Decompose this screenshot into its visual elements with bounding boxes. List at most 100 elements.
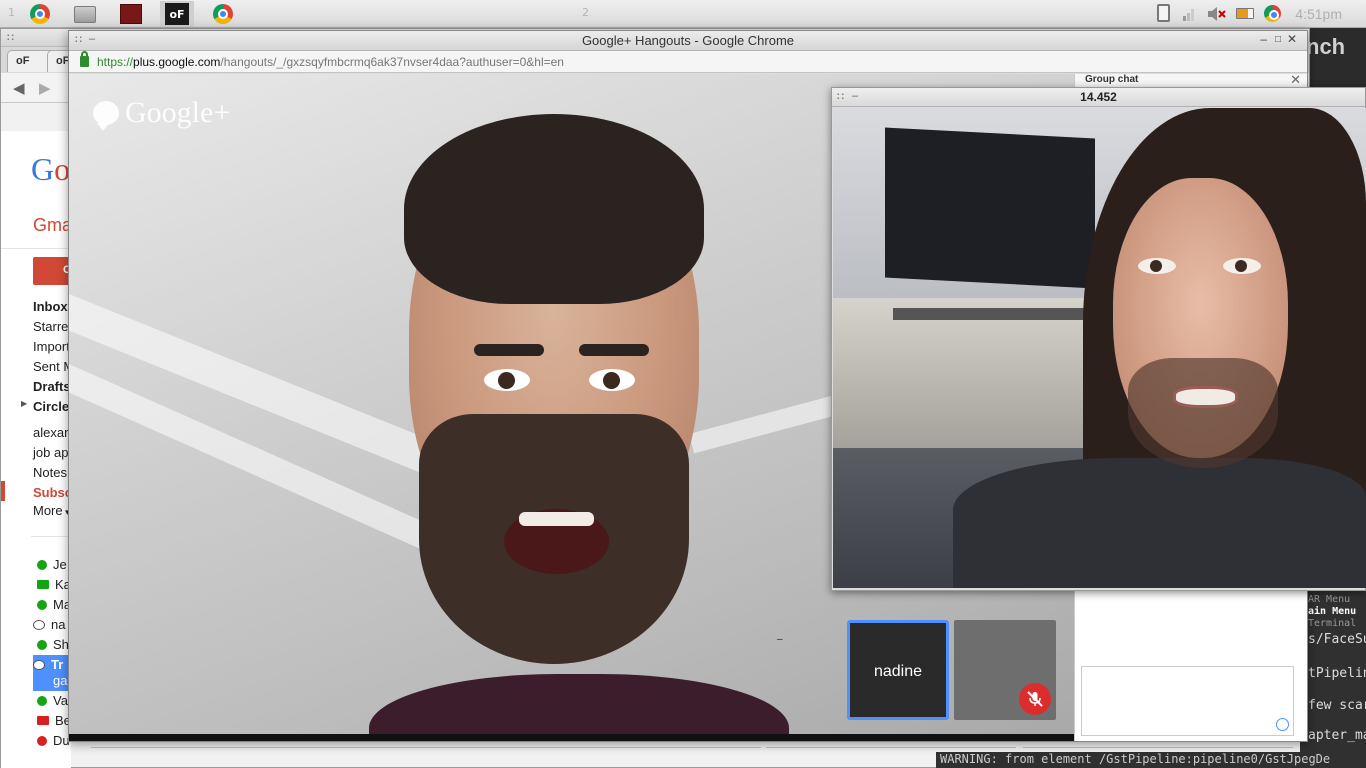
contact-item[interactable]: Be — [37, 713, 71, 728]
floating-video-window[interactable]: ∷ – 14.452 — [831, 87, 1366, 591]
remote-participant-shirt — [953, 458, 1366, 588]
back-arrow-icon[interactable]: ◀ — [13, 79, 25, 97]
chrome-icon — [213, 4, 233, 24]
wall-monitor — [885, 127, 1095, 289]
url-text[interactable]: https://plus.google.com/hangouts/_/gxzsq… — [97, 55, 564, 69]
folder-drafts[interactable]: Drafts — [33, 379, 71, 394]
contact-item[interactable]: Ka — [37, 577, 71, 592]
launch-text: nch — [1306, 34, 1346, 59]
volume-muted-icon[interactable] — [1206, 6, 1226, 22]
clipboard-icon[interactable] — [1157, 4, 1170, 22]
divider — [91, 747, 761, 748]
contact-item[interactable]: Je — [37, 557, 67, 572]
floating-window-titlebar[interactable]: ∷ – 14.452 — [832, 88, 1365, 107]
terminal-warning-line: WARNING: from element /GstPipeline:pipel… — [936, 752, 1366, 768]
floating-window-title: 14.452 — [1080, 90, 1117, 104]
minimize-icon[interactable]: – — [1260, 32, 1267, 46]
lock-icon — [80, 51, 89, 67]
hangouts-bubble-icon — [93, 101, 119, 131]
expand-triangle-icon[interactable]: ▶ — [21, 399, 27, 408]
participant-name: nadine — [873, 663, 923, 680]
signal-icon[interactable] — [1182, 6, 1196, 22]
workspace-number[interactable]: 1 — [8, 6, 15, 19]
files-launcher[interactable] — [68, 1, 102, 27]
label-alexander[interactable]: alexar — [33, 425, 68, 440]
busy-status-icon — [37, 735, 47, 746]
folder-sent[interactable]: Sent M — [33, 359, 71, 374]
divider — [1, 248, 71, 249]
terminal-menu-item[interactable]: Terminal — [1308, 618, 1356, 629]
hangouts-titlebar[interactable]: ∷ – Google+ Hangouts - Google Chrome – □… — [69, 31, 1307, 51]
participant-thumbnail-nadine[interactable]: nadine — [847, 620, 949, 720]
main-participant — [369, 114, 789, 734]
contact-item[interactable]: Du — [37, 733, 70, 748]
chat-bubble-icon — [33, 659, 45, 670]
workspace-number[interactable]: 2 — [582, 6, 589, 19]
eye — [1223, 258, 1261, 274]
forward-arrow-icon[interactable]: ▶ — [39, 79, 51, 97]
chrome-launcher[interactable] — [23, 1, 57, 27]
google-logo[interactable]: Go — [31, 151, 70, 188]
terminal-menu-item[interactable]: ain Menu — [1308, 606, 1356, 617]
eye — [484, 369, 530, 391]
emoji-icon[interactable] — [1276, 718, 1289, 731]
openframeworks-icon: oF — [165, 3, 189, 25]
chrome-launcher-2[interactable] — [206, 1, 240, 27]
gmail-label[interactable]: Gma — [33, 215, 71, 236]
presentation-launcher[interactable] — [114, 1, 148, 27]
terminal-line: tPipelin — [1308, 666, 1366, 681]
eyebrow — [474, 344, 544, 356]
folder-circles[interactable]: Circle — [33, 399, 69, 414]
presentation-icon — [120, 4, 142, 24]
eye — [1138, 258, 1176, 274]
more-labels-link[interactable]: More ▾ — [33, 503, 70, 518]
terminal-line: few scar — [1308, 698, 1366, 713]
battery-icon[interactable] — [1236, 8, 1254, 19]
online-status-icon — [37, 599, 47, 610]
maximize-icon[interactable]: □ — [1275, 34, 1281, 45]
label-subscriptions[interactable]: Subsc — [33, 485, 71, 500]
selected-marker — [1, 481, 5, 501]
chrome-icon — [30, 4, 50, 24]
folder-important[interactable]: Import — [33, 339, 70, 354]
teeth — [519, 512, 594, 526]
eyebrow — [579, 344, 649, 356]
remote-video-feed[interactable] — [833, 108, 1366, 588]
group-chat-header: Group chat — [1075, 74, 1307, 88]
terminal-menu-item[interactable]: AR Menu — [1308, 594, 1350, 605]
openframeworks-launcher[interactable]: oF — [160, 1, 194, 27]
microphone-muted-icon[interactable] — [1019, 683, 1051, 715]
window-title: Google+ Hangouts - Google Chrome — [581, 33, 795, 48]
contact-item[interactable]: Va — [37, 693, 68, 708]
contact-item[interactable]: Sh — [37, 637, 69, 652]
divider — [1023, 747, 1293, 748]
clock[interactable]: 4:51pm — [1295, 6, 1342, 22]
eye — [589, 369, 635, 391]
contact-item-selected[interactable]: Tr — [33, 657, 63, 672]
participant-thumbnail-self[interactable] — [954, 620, 1056, 720]
address-bar[interactable]: https://plus.google.com/hangouts/_/gxzsq… — [69, 51, 1307, 73]
folder-inbox[interactable]: Inbox — [33, 299, 68, 314]
compose-button[interactable]: C — [33, 257, 71, 285]
chat-message-input[interactable] — [1081, 666, 1294, 736]
contact-status-text: ga — [53, 673, 68, 688]
office-desk — [893, 308, 1103, 320]
folder-starred[interactable]: Starre — [33, 319, 68, 334]
terminal-line: s/FaceSu — [1308, 632, 1366, 647]
participant-hair — [404, 114, 704, 304]
chrome-tray-icon[interactable] — [1264, 5, 1281, 22]
contact-item[interactable]: na — [33, 617, 65, 632]
label-notes[interactable]: Notes — [33, 465, 67, 480]
mouth — [1173, 386, 1238, 408]
remote-participant-beard — [1128, 358, 1278, 468]
online-status-icon — [37, 695, 47, 706]
cursor-mark: – — [777, 634, 783, 645]
close-icon[interactable]: ✕ — [1290, 74, 1301, 88]
system-panel: 1 oF 2 4:51pm — [0, 0, 1366, 28]
close-icon[interactable]: ✕ — [1287, 32, 1297, 46]
google-plus-logo: Google+ — [93, 96, 230, 131]
label-job-applications[interactable]: job ap — [33, 445, 68, 460]
online-status-icon — [37, 639, 47, 650]
grip-icon[interactable]: ∷ — [7, 31, 14, 44]
contact-item[interactable]: Ma — [37, 597, 71, 612]
